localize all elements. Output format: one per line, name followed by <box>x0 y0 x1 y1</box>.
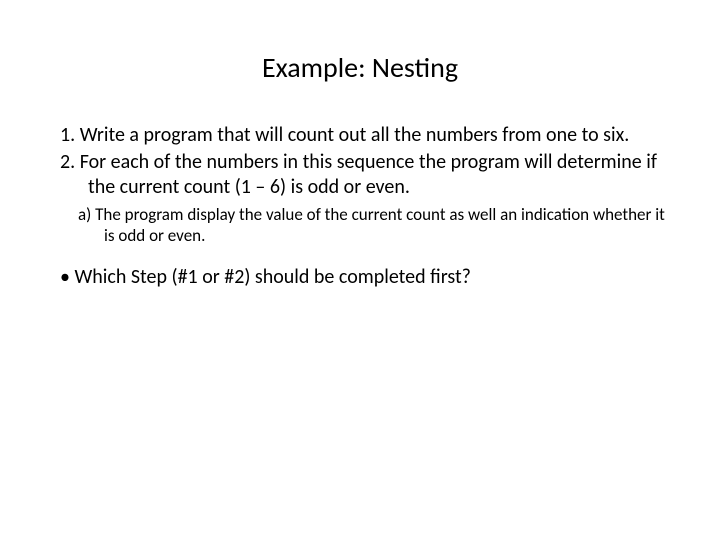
bullet-item: Which Step (#1 or #2) should be complete… <box>60 265 670 290</box>
sub-list: a) The program display the value of the … <box>50 204 670 247</box>
numbered-list: 1. Write a program that will count out a… <box>50 123 670 200</box>
list-item-1: 1. Write a program that will count out a… <box>60 123 670 148</box>
bullet-list: Which Step (#1 or #2) should be complete… <box>50 265 670 290</box>
slide-title: Example: Nesting <box>50 50 670 85</box>
list-item-2: 2. For each of the numbers in this seque… <box>60 150 670 200</box>
sub-list-item-a: a) The program display the value of the … <box>78 204 670 247</box>
